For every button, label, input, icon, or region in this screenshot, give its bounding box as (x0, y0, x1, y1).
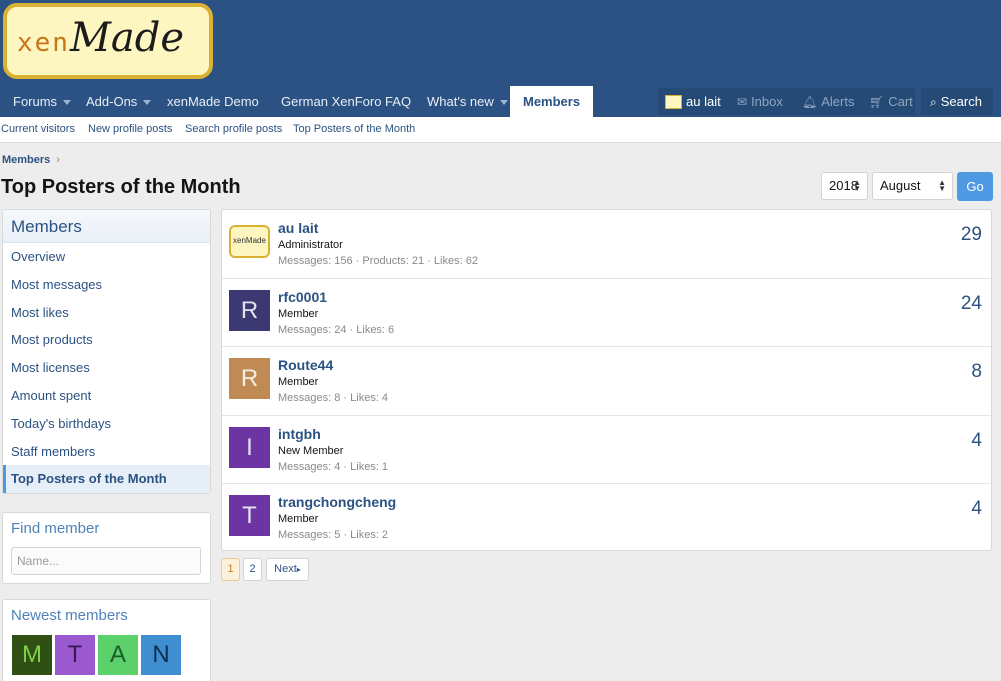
pagination-next[interactable]: Next▸ (266, 558, 309, 581)
chevron-down-icon[interactable] (499, 100, 508, 106)
inbox-link[interactable]: ✉ Inbox (737, 86, 783, 117)
sidebar-item-todays-birthdays[interactable]: Today's birthdays (3, 410, 210, 438)
find-member-block: Find member (2, 512, 211, 584)
member-title: Member (278, 376, 319, 388)
sidebar-item-staff-members[interactable]: Staff members (3, 438, 210, 466)
nav-members[interactable]: Members (510, 86, 594, 117)
member-name[interactable]: rfc0001 (278, 289, 327, 305)
sidebar-item-most-likes[interactable]: Most likes (3, 299, 210, 327)
subnav-top-posters[interactable]: Top Posters of the Month (293, 123, 415, 135)
nav-xenmade-demo[interactable]: xenMade Demo (167, 86, 259, 117)
members-sidebar: Members Overview Most messages Most like… (2, 209, 211, 494)
select-arrows-icon: ▲ ▼ (938, 178, 946, 193)
sidebar-item-most-messages[interactable]: Most messages (3, 271, 210, 299)
pagination-page-1[interactable]: 1 (221, 558, 240, 581)
member-post-count: 24 (960, 292, 982, 314)
select-arrows-icon: ▲ ▼ (853, 178, 861, 193)
member-name[interactable]: Route44 (278, 357, 333, 373)
page-title: Top Posters of the Month (1, 176, 241, 198)
member-avatar[interactable]: I (229, 426, 270, 468)
alerts-link[interactable]: 🔔︎ Alerts (802, 86, 854, 117)
chevron-down-icon[interactable] (63, 100, 72, 106)
sidebar-title: Members (3, 210, 210, 243)
chevron-right-icon: ▸ (296, 565, 301, 574)
member-title: New Member (278, 444, 344, 457)
sidebar-item-most-products[interactable]: Most products (3, 326, 210, 354)
bell-icon: 🔔︎ (802, 95, 818, 109)
member-avatar[interactable]: xenMade (229, 225, 270, 258)
member-row: T trangchongcheng Member Messages: 5 · L… (222, 484, 991, 553)
member-stats: Messages: 4 · Likes: 1 (278, 460, 389, 473)
find-member-title: Find member (11, 520, 100, 537)
member-row: I intgbh New Member Messages: 4 · Likes:… (222, 416, 991, 484)
breadcrumb[interactable]: Members › (2, 154, 60, 166)
main-navigation: Forums Add-Ons xenMade Demo German XenFo… (0, 86, 1001, 117)
search-link[interactable]: ⌕ Search (930, 86, 982, 117)
member-name[interactable]: trangchongcheng (278, 494, 396, 510)
subnav-new-profile-posts[interactable]: New profile posts (88, 123, 172, 135)
site-header: xenMade (0, 0, 1001, 86)
breadcrumb-members[interactable]: Members (2, 154, 50, 166)
subnav-current-visitors[interactable]: Current visitors (1, 123, 75, 135)
year-select[interactable]: 2018 ▲ ▼ (821, 172, 868, 200)
nav-addons[interactable]: Add-Ons (86, 86, 152, 117)
nav-whats-new[interactable]: What's new (427, 86, 508, 117)
member-row: R Route44 Member Messages: 8 · Likes: 4 … (222, 347, 991, 416)
member-avatar[interactable]: R (229, 289, 270, 331)
member-stats: Messages: 5 · Likes: 2 (278, 529, 389, 541)
member-name[interactable]: au lait (278, 220, 318, 236)
member-row: R rfc0001 Member Messages: 24 · Likes: 6… (222, 279, 991, 347)
sidebar-item-overview[interactable]: Overview (3, 243, 210, 271)
top-posters-list: xenMade au lait Administrator Messages: … (221, 209, 992, 551)
breadcrumb-separator: › (56, 154, 60, 166)
sub-navigation: Current visitors New profile posts Searc… (0, 117, 1001, 143)
chevron-down-icon[interactable] (143, 100, 152, 106)
member-avatar[interactable]: R (229, 358, 270, 399)
logo-xen-text: xen (17, 28, 70, 58)
user-avatar (665, 94, 682, 109)
member-post-count: 8 (971, 361, 982, 382)
member-stats: Messages: 24 · Likes: 6 (278, 323, 395, 336)
newest-members-block: Newest members M T A N (2, 599, 211, 681)
logo-made-text: Made (69, 15, 185, 61)
cart-icon: 🛒︎ (869, 95, 885, 109)
newest-member-avatar[interactable]: N (141, 635, 181, 675)
member-title: Administrator (278, 239, 343, 251)
month-select[interactable]: August ▲ ▼ (872, 172, 953, 200)
newest-member-avatar[interactable]: M (12, 635, 52, 675)
member-stats: Messages: 8 · Likes: 4 (278, 392, 389, 404)
search-icon: ⌕ (930, 95, 937, 109)
member-stats: Messages: 156 · Products: 21 · Likes: 62 (278, 255, 478, 267)
nav-german-faq[interactable]: German XenForo FAQ (281, 86, 411, 117)
envelope-icon: ✉ (737, 95, 748, 109)
newest-member-avatar[interactable]: A (98, 635, 138, 675)
sidebar-item-most-licenses[interactable]: Most licenses (3, 354, 210, 382)
nav-forums[interactable]: Forums (13, 86, 72, 117)
find-member-input[interactable] (11, 547, 201, 575)
go-button[interactable]: Go (957, 172, 993, 201)
member-post-count: 4 (971, 429, 982, 451)
member-name[interactable]: intgbh (278, 426, 321, 442)
subnav-search-profile-posts[interactable]: Search profile posts (185, 123, 282, 135)
member-row: xenMade au lait Administrator Messages: … (222, 210, 991, 279)
sidebar-item-amount-spent[interactable]: Amount spent (3, 382, 210, 410)
site-logo[interactable]: xenMade (3, 3, 213, 79)
member-post-count: 29 (960, 224, 982, 245)
cart-link[interactable]: 🛒︎ Cart (869, 86, 913, 117)
member-avatar[interactable]: T (229, 495, 270, 536)
member-title: Member (278, 307, 319, 320)
sidebar-item-top-posters[interactable]: Top Posters of the Month (3, 465, 210, 494)
pagination-page-2[interactable]: 2 (243, 558, 262, 581)
newest-members-title: Newest members (11, 607, 128, 624)
member-post-count: 4 (971, 498, 982, 519)
newest-member-avatar[interactable]: T (55, 635, 95, 675)
user-account-link[interactable]: au lait (665, 86, 721, 117)
member-title: Member (278, 513, 319, 525)
